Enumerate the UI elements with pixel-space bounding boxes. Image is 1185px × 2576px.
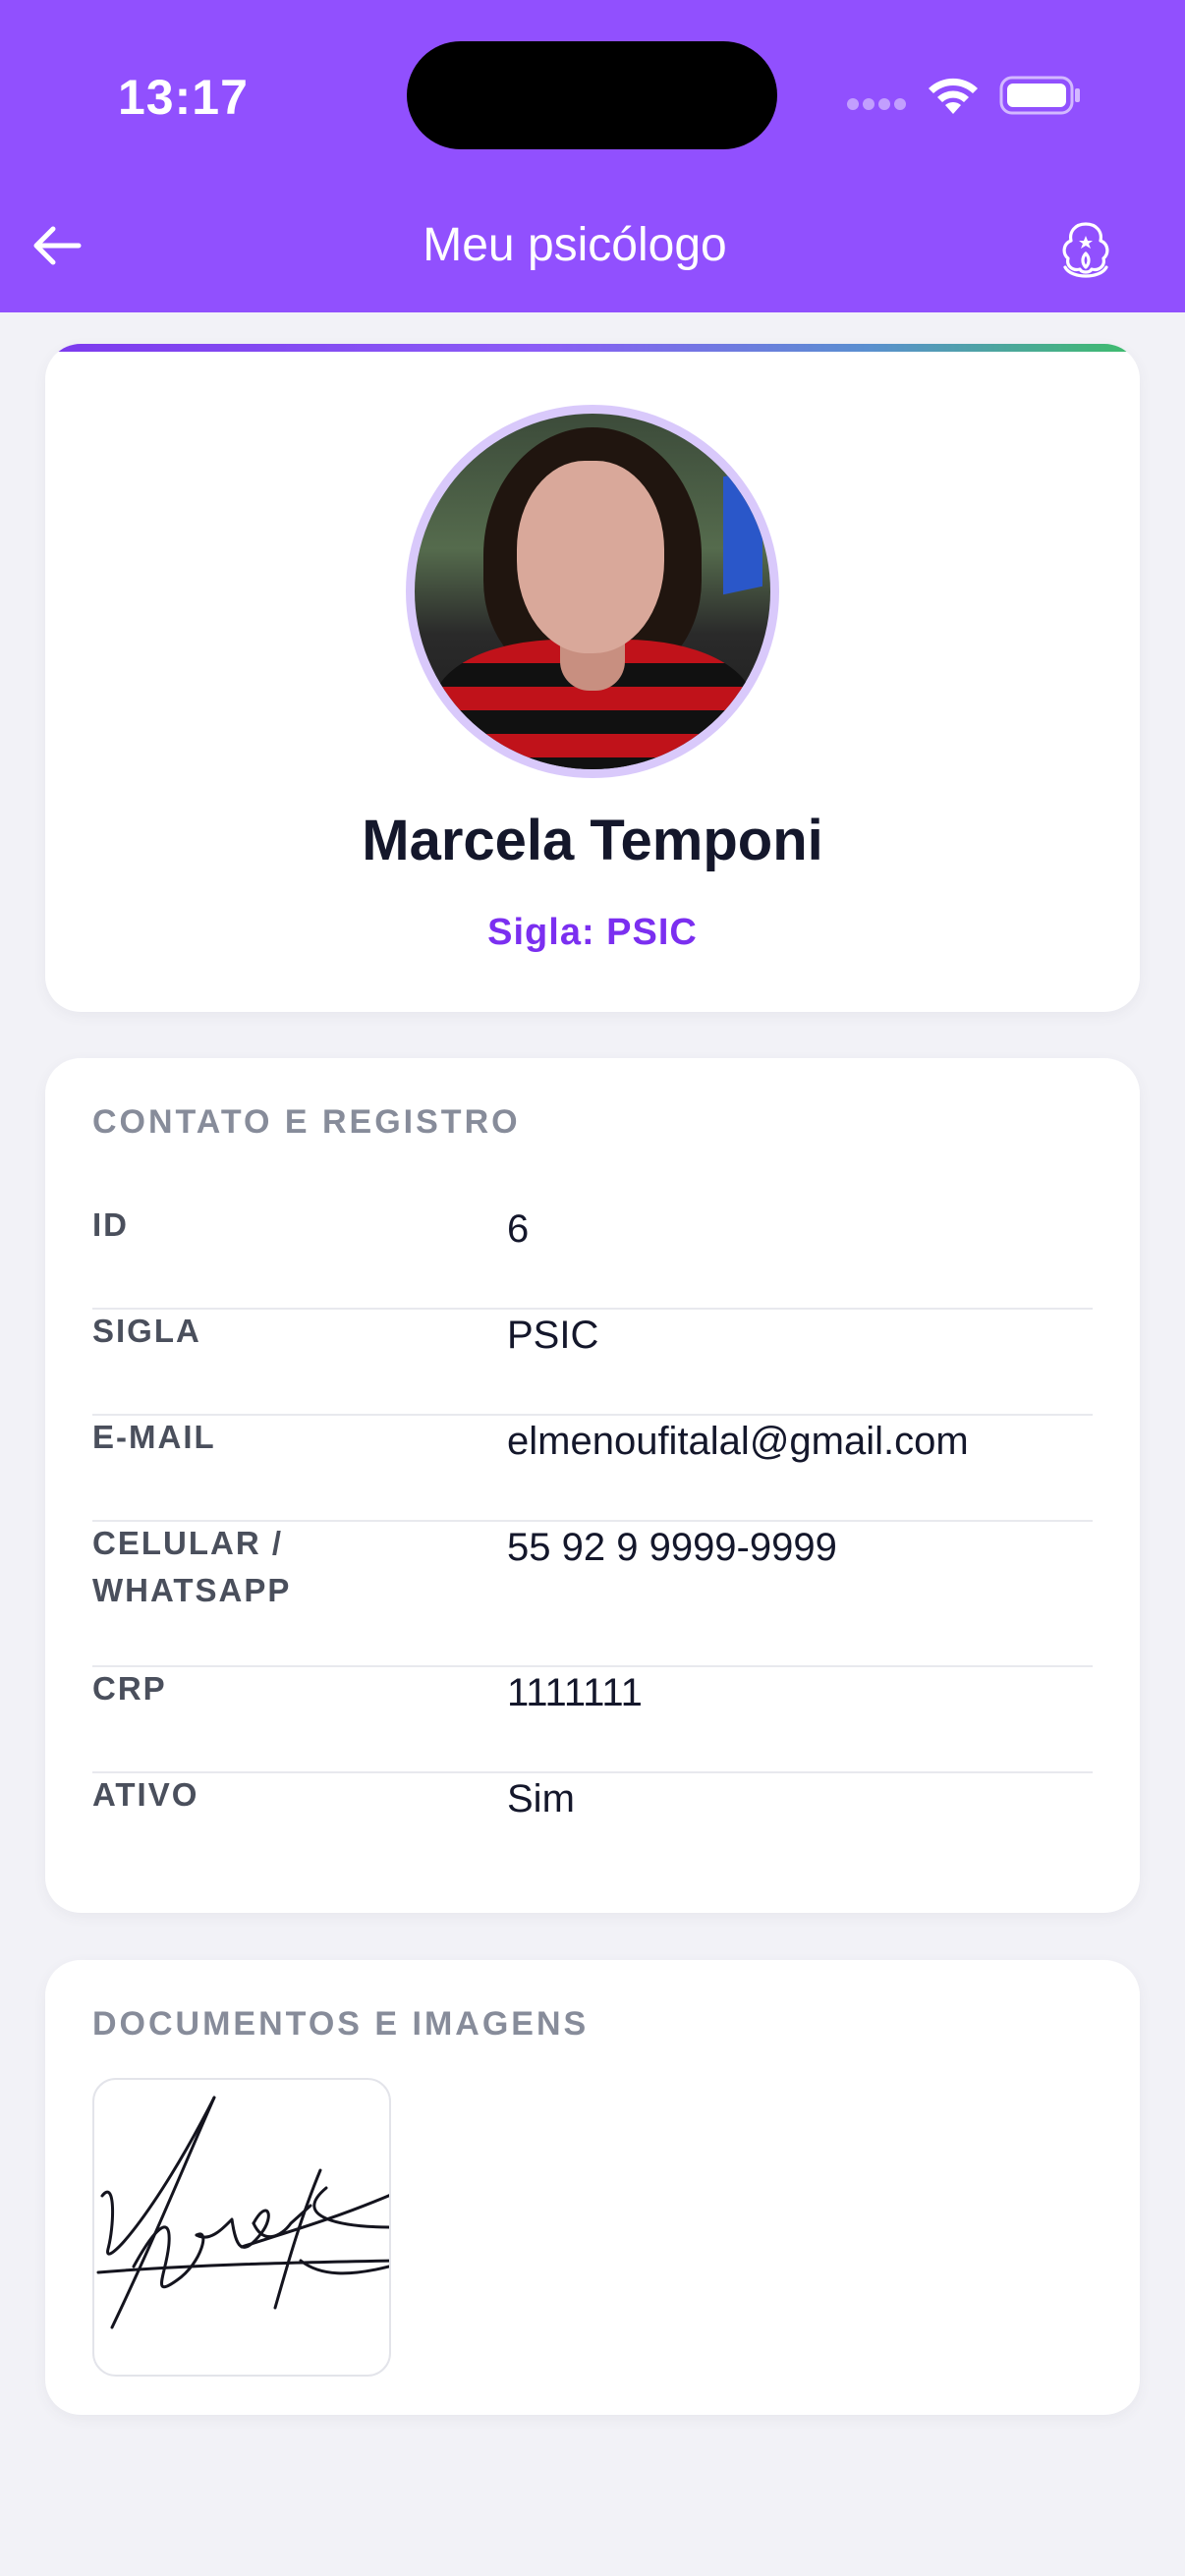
documents-card: DOCUMENTOS E IMAGENS [45, 1960, 1140, 2415]
info-row-id: ID 6 [92, 1202, 1093, 1310]
contact-card: CONTATO E REGISTRO ID 6 SIGLA PSIC E-MAI… [45, 1058, 1140, 1913]
app-bar: 13:17 Meu psicólogo [0, 0, 1185, 312]
info-value: Sim [507, 1777, 575, 1820]
page-title: Meu psicólogo [423, 219, 727, 271]
avatar [406, 405, 779, 778]
signal-icon [847, 98, 908, 112]
info-value: 6 [507, 1207, 530, 1251]
battery-icon [999, 76, 1080, 115]
info-row-crp: CRP 1111111 [92, 1667, 1093, 1773]
section-title-documents: DOCUMENTOS E IMAGENS [92, 2005, 590, 2043]
info-row-email: E-MAIL elmenoufitalal@gmail.com [92, 1416, 1093, 1522]
info-value: 1111111 [507, 1671, 643, 1714]
profile-sigla: Sigla: PSIC [487, 912, 698, 953]
accent-bar [45, 344, 1140, 352]
profile-card: Marcela Temponi Sigla: PSIC [45, 344, 1140, 1012]
info-label: CRP [92, 1670, 167, 1707]
lotus-mind-icon[interactable] [1049, 214, 1122, 287]
info-label: SIGLA [92, 1313, 201, 1349]
avatar-photo [415, 414, 770, 769]
status-time: 13:17 [118, 70, 249, 125]
info-label: CELULAR / WHATSAPP [92, 1525, 292, 1608]
info-value[interactable]: elmenoufitalal@gmail.com [507, 1418, 969, 1465]
signature-thumbnail[interactable] [92, 2078, 391, 2377]
info-row-sigla: SIGLA PSIC [92, 1310, 1093, 1416]
info-label: ID [92, 1206, 129, 1243]
info-row-ativo: ATIVO Sim [92, 1773, 1093, 1879]
section-title-contact: CONTATO E REGISTRO [92, 1103, 521, 1141]
dynamic-island [407, 41, 777, 149]
signature-image [96, 2096, 389, 2329]
info-label: E-MAIL [92, 1419, 216, 1455]
info-value[interactable]: 55 92 9 9999-9999 [507, 1524, 837, 1571]
info-value: PSIC [507, 1314, 599, 1357]
profile-name: Marcela Temponi [362, 809, 823, 872]
info-label: ATIVO [92, 1776, 199, 1813]
info-row-phone: CELULAR / WHATSAPP 55 92 9 9999-9999 [92, 1522, 1093, 1667]
wifi-icon [929, 78, 978, 114]
